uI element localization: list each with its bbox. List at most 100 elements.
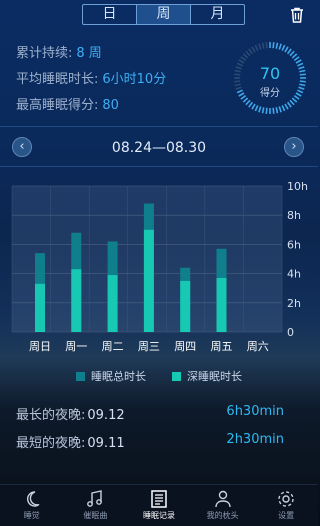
tab-label: 睡觉	[23, 511, 40, 520]
y-tick-label: 2h	[287, 297, 301, 310]
tab-week[interactable]: 周	[137, 5, 191, 24]
trash-icon[interactable]	[288, 6, 306, 24]
moon-icon	[26, 491, 40, 507]
gauge-tick	[286, 101, 292, 108]
x-tick-label: 周四	[174, 340, 196, 353]
gauge-tick	[261, 107, 265, 114]
prev-week-button[interactable]: ‹	[12, 137, 32, 157]
tab-settings[interactable]: 设置	[254, 485, 318, 526]
date-range: 08.24—08.30	[111, 140, 207, 156]
gauge-tick	[272, 42, 275, 49]
duration-value: 8 周	[76, 46, 102, 61]
gauge-tick	[291, 53, 298, 59]
tab-my-pillow[interactable]: 我的枕头	[191, 485, 255, 526]
y-tick-label: 6h	[287, 238, 301, 251]
legend-label-total: 睡眠总时长	[91, 370, 146, 383]
legend-swatch-deep	[172, 371, 181, 381]
gauge-tick	[245, 99, 251, 106]
gauge-tick	[258, 43, 262, 50]
x-tick-label: 周三	[138, 340, 160, 353]
gauge-tick	[242, 53, 249, 59]
y-tick-label: 10h	[287, 180, 308, 193]
gauge-tick	[295, 59, 302, 64]
divider-top	[0, 126, 318, 127]
gauge-tick	[284, 46, 289, 53]
divider-chart	[0, 166, 318, 167]
period-tabs: 日 周 月	[82, 4, 245, 25]
gauge-tick	[278, 106, 282, 113]
gauge-tick	[278, 43, 282, 50]
gear-icon	[278, 491, 294, 507]
tab-sleep-record[interactable]: 睡眠记录	[127, 485, 191, 526]
duration-label: 累计持续:	[16, 46, 73, 61]
shortest-label: 最短的夜晚:	[16, 436, 86, 451]
avg-sleep-value: 6小时10分	[102, 72, 167, 87]
score-value: 70	[259, 64, 281, 83]
gauge-tick	[261, 42, 265, 49]
x-tick-label: 周六	[247, 340, 269, 353]
gauge-tick	[293, 56, 300, 62]
x-tick-label: 周五	[211, 340, 233, 353]
gauge-tick	[289, 50, 295, 57]
longest-duration: 6h30min	[226, 404, 284, 419]
music-note-icon	[87, 490, 103, 507]
x-tick-label: 周日	[29, 340, 51, 353]
gauge-tick	[281, 105, 286, 112]
gauge-tick	[265, 42, 268, 49]
bar-deep	[71, 269, 82, 332]
gauge-tick	[254, 44, 259, 51]
tab-label: 我的枕头	[206, 511, 239, 520]
bar-deep	[216, 277, 227, 332]
best-score-label: 最高睡眠得分:	[16, 98, 99, 113]
gauge-tick	[275, 107, 279, 114]
gauge-tick	[245, 50, 251, 57]
bottom-tab-bar: 睡觉 催眠曲 睡眠记录 我的枕头 设置	[0, 484, 318, 526]
y-tick-label: 4h	[287, 268, 301, 281]
bar-deep	[143, 229, 154, 332]
longest-label: 最长的夜晚:	[16, 408, 86, 423]
legend-label-deep: 深睡眠时长	[187, 370, 242, 383]
stats-panel: 累计持续: 8 周 平均睡眠时长: 6小时10分 最高睡眠得分: 80	[16, 46, 166, 124]
bar-deep	[35, 283, 45, 332]
gauge-tick	[265, 107, 268, 114]
x-tick-label: 周二	[102, 340, 124, 353]
bar-deep	[180, 280, 191, 332]
bar-deep	[107, 275, 118, 332]
gauge-tick	[275, 42, 279, 49]
shortest-duration: 2h30min	[226, 432, 284, 447]
gauge-tick	[248, 48, 254, 55]
chart-legend: 睡眠总时长 深睡眠时长	[76, 368, 268, 384]
gauge-tick	[284, 103, 289, 110]
gauge-tick	[281, 44, 286, 51]
longest-night: 最长的夜晚: 09.12	[16, 404, 125, 423]
gauge-tick	[251, 46, 256, 53]
y-tick-label: 0	[287, 326, 294, 339]
x-tick-label: 周一	[65, 340, 87, 353]
person-icon	[214, 490, 231, 508]
tab-day[interactable]: 日	[83, 5, 137, 24]
avg-sleep-label: 平均睡眠时长:	[16, 72, 99, 87]
gauge-tick	[289, 99, 295, 106]
gauge-tick	[272, 107, 275, 114]
best-score-value: 80	[102, 98, 119, 113]
longest-date: 09.12	[87, 408, 125, 423]
sleep-bar-chart: 0 2h 4h 6h 8h 10h 周日 周一 周二 周三 周四 周五 周六	[11, 180, 308, 353]
next-week-button[interactable]: ›	[284, 137, 304, 157]
y-tick-label: 8h	[287, 209, 301, 222]
shortest-night: 最短的夜晚: 09.11	[16, 432, 125, 451]
score-unit: 得分	[260, 88, 280, 99]
gauge-tick	[254, 105, 259, 112]
gauge-tick	[238, 59, 245, 64]
gauge-tick	[286, 48, 292, 55]
tab-label: 睡眠记录	[142, 511, 175, 520]
tab-sleep[interactable]: 睡觉	[0, 485, 64, 526]
gauge-tick	[251, 103, 256, 110]
tab-lullaby[interactable]: 催眠曲	[64, 485, 128, 526]
tab-month[interactable]: 月	[191, 5, 244, 24]
record-icon	[151, 490, 167, 508]
gauge-tick	[240, 56, 247, 62]
gauge-tick	[248, 101, 254, 108]
legend-swatch-total	[76, 371, 85, 381]
tab-label: 设置	[278, 511, 295, 520]
shortest-date: 09.11	[87, 436, 125, 451]
